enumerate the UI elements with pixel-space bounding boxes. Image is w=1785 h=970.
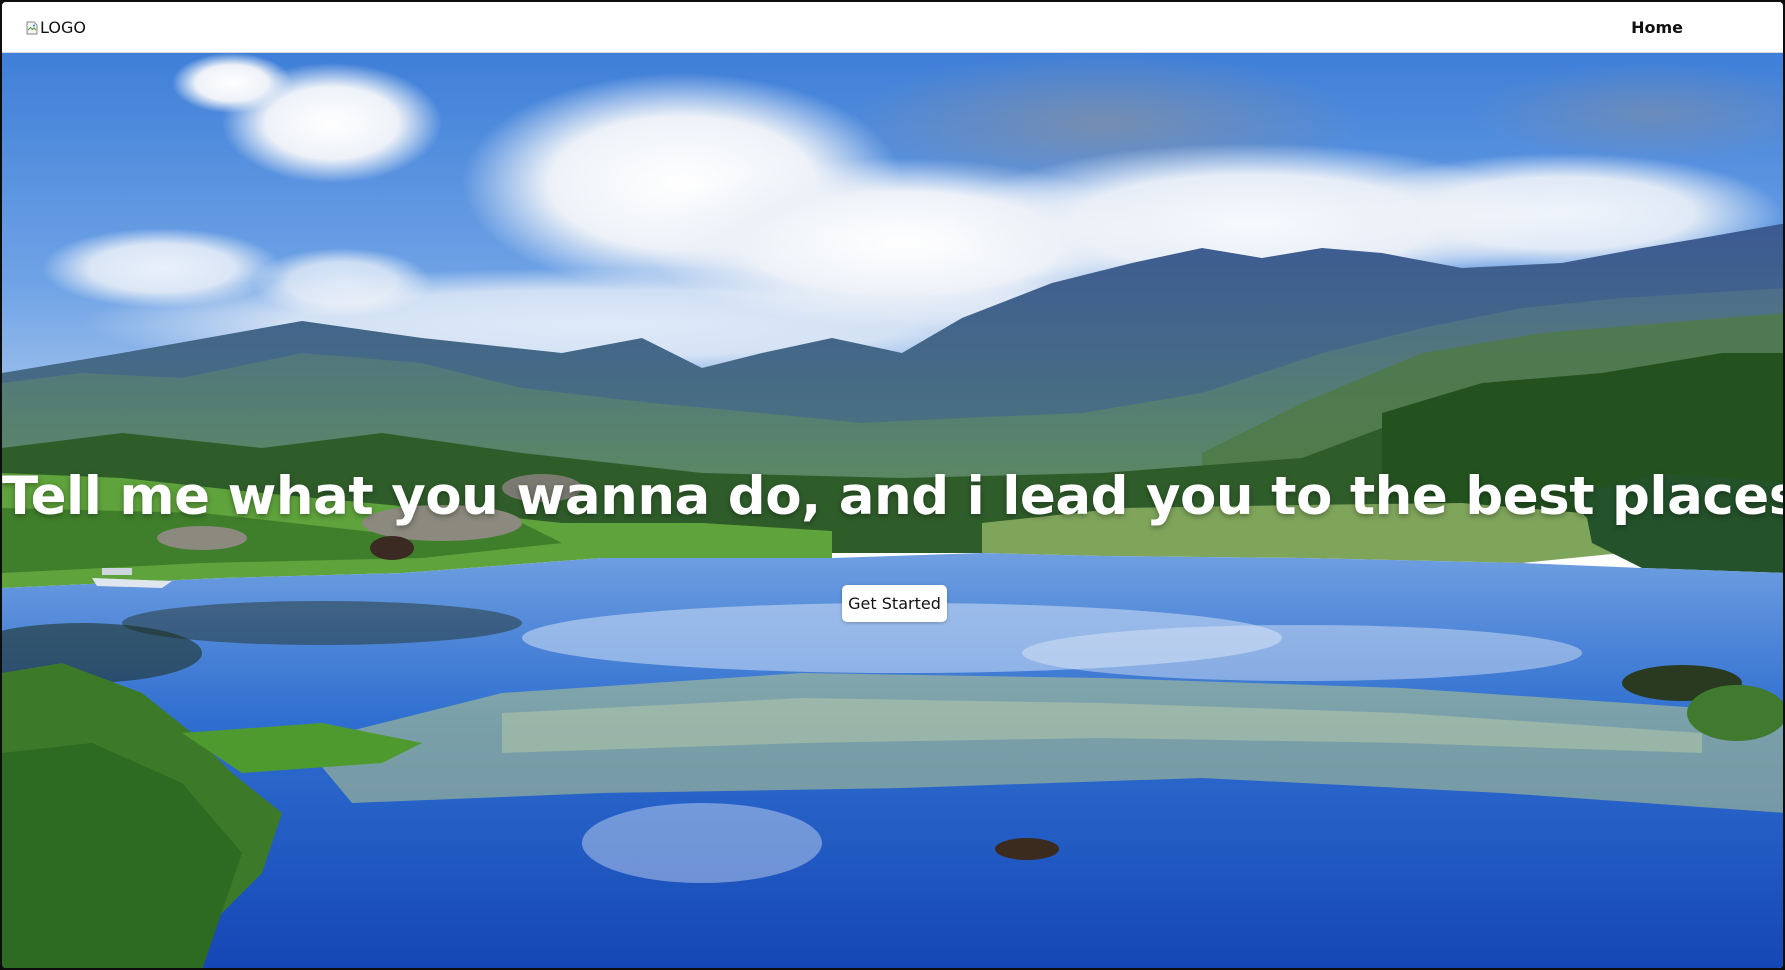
browser-window: LOGO Home Tell me what you wanna do, and… [0,0,1785,970]
navbar: LOGO Home [2,2,1783,53]
broken-image-icon [26,21,38,35]
nav-link-home[interactable]: Home [1631,18,1683,37]
hero-title: Tell me what you wanna do, and i lead yo… [2,466,1783,527]
hero-section: Tell me what you wanna do, and i lead yo… [2,53,1783,968]
get-started-button[interactable]: Get Started [842,585,947,622]
logo[interactable]: LOGO [26,18,86,37]
logo-alt-text: LOGO [40,18,86,37]
